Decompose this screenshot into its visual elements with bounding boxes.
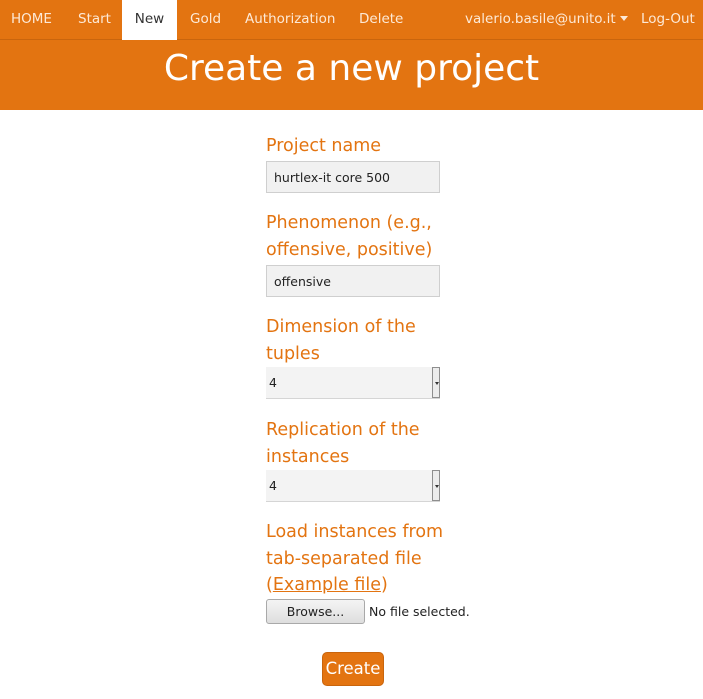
phenomenon-label: Phenomenon (e.g., offensive, positive) — [266, 213, 433, 260]
example-file-link[interactable]: Example file — [273, 575, 381, 595]
caret-down-icon — [619, 16, 628, 21]
dimension-label: Dimension of the tuples — [266, 317, 416, 364]
nav-logout[interactable]: Log-Out — [641, 0, 695, 40]
project-name-label: Project name — [266, 136, 382, 156]
nav-authorization[interactable]: Authorization — [245, 0, 335, 40]
dimension-select-value: 4 — [269, 375, 277, 390]
nav-gold[interactable]: Gold — [190, 0, 221, 40]
nav-delete[interactable]: Delete — [359, 0, 403, 40]
phenomenon-input[interactable] — [266, 265, 440, 297]
user-menu-label: valerio.basile@unito.it — [465, 11, 616, 27]
replication-label: Replication of the instances — [266, 420, 420, 467]
nav-home[interactable]: HOME — [11, 0, 52, 40]
load-instances-suffix: ) — [380, 575, 388, 595]
create-button[interactable]: Create — [322, 652, 384, 686]
page-title: Create a new project — [163, 48, 540, 89]
dropdown-arrow-icon — [432, 367, 440, 398]
nav-start[interactable]: Start — [78, 0, 111, 40]
user-menu[interactable]: valerio.basile@unito.it — [465, 0, 628, 40]
replication-select-value: 4 — [269, 478, 277, 493]
project-name-input[interactable] — [266, 161, 440, 193]
dimension-select[interactable]: 4 — [266, 367, 440, 399]
browse-button[interactable]: Browse... — [266, 599, 365, 624]
load-instances-label: Load instances from tab-separated file (… — [266, 519, 446, 599]
replication-select[interactable]: 4 — [266, 470, 440, 502]
file-status: No file selected. — [369, 604, 470, 619]
dropdown-arrow-icon — [432, 470, 440, 501]
page-title-banner: Create a new project — [0, 40, 703, 110]
nav-new[interactable]: New — [122, 0, 177, 40]
top-navbar: HOME Start New Gold Authorization Delete… — [0, 0, 703, 40]
